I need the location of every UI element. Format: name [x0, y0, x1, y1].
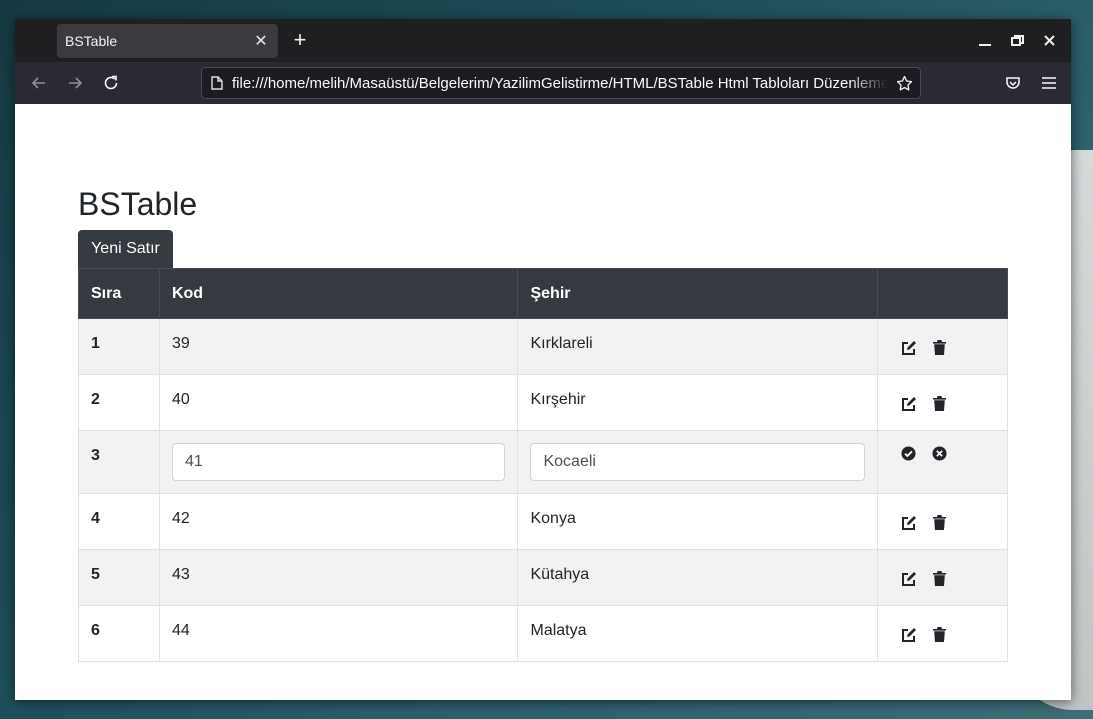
restore-icon	[1010, 34, 1024, 46]
close-icon	[1043, 35, 1055, 46]
reload-icon	[104, 75, 118, 90]
cell-actions	[877, 430, 1008, 494]
trash-icon[interactable]	[931, 339, 948, 356]
header-actions	[877, 268, 1008, 319]
cell-kod: 39	[158, 318, 519, 375]
cell-sehir: Malatya	[517, 605, 879, 662]
page-title: BSTable	[78, 186, 198, 222]
cell-sehir: Kırşehir	[517, 374, 879, 431]
data-table: Sıra Kod Şehir 1 39 Kırklareli 2 40 Kırş…	[78, 268, 1008, 662]
cell-kod: 42	[158, 493, 519, 550]
new-tab-button[interactable]: +	[288, 27, 312, 53]
cell-sira: 4	[78, 493, 160, 550]
page-content: BSTable Yeni Satır Sıra Kod Şehir 1 39 K…	[15, 104, 1071, 700]
sehir-input[interactable]	[530, 443, 866, 481]
cell-sira: 1	[78, 318, 160, 375]
cell-actions	[877, 318, 1008, 375]
table-row-editing: 3	[78, 430, 1008, 494]
window-controls	[969, 19, 1065, 62]
url-bar[interactable]: file:///home/melih/Masaüstü/Belgelerim/Y…	[201, 67, 921, 99]
cell-kod: 44	[158, 605, 519, 662]
browser-tab[interactable]: BSTable ✕	[57, 24, 278, 58]
cell-kod: 43	[158, 549, 519, 606]
minimize-button[interactable]	[969, 35, 1001, 47]
new-row-button[interactable]: Yeni Satır	[78, 230, 173, 268]
forward-button[interactable]	[57, 67, 93, 99]
close-tab-icon[interactable]: ✕	[252, 31, 270, 51]
header-sehir: Şehir	[517, 268, 879, 319]
cell-sehir: Kütahya	[517, 549, 879, 606]
navigation-bar: file:///home/melih/Masaüstü/Belgelerim/Y…	[15, 62, 1071, 104]
hamburger-menu-icon	[1042, 77, 1056, 89]
cell-actions	[877, 374, 1008, 431]
table-row: 4 42 Konya	[78, 493, 1008, 550]
cell-sira: 6	[78, 605, 160, 662]
edit-icon[interactable]	[900, 626, 917, 643]
cell-actions	[877, 605, 1008, 662]
times-circle-icon[interactable]	[931, 445, 948, 462]
edit-icon[interactable]	[900, 339, 917, 356]
reload-button[interactable]	[93, 67, 129, 99]
bookmark-star-icon[interactable]	[888, 75, 920, 92]
back-button[interactable]	[21, 67, 57, 99]
cell-sira: 3	[78, 430, 160, 494]
close-window-button[interactable]	[1033, 35, 1065, 46]
table-row: 5 43 Kütahya	[78, 549, 1008, 606]
trash-icon[interactable]	[931, 570, 948, 587]
url-text[interactable]: file:///home/melih/Masaüstü/Belgelerim/Y…	[232, 75, 888, 92]
page-icon	[202, 76, 232, 90]
cell-kod	[158, 430, 519, 494]
pocket-button[interactable]	[995, 67, 1031, 99]
edit-icon[interactable]	[900, 395, 917, 412]
menu-button[interactable]	[1031, 67, 1067, 99]
cell-sira: 2	[78, 374, 160, 431]
edit-icon[interactable]	[900, 570, 917, 587]
cell-kod: 40	[158, 374, 519, 431]
table-header-row: Sıra Kod Şehir	[78, 268, 1008, 319]
cell-sehir: Kırklareli	[517, 318, 879, 375]
table-row: 2 40 Kırşehir	[78, 374, 1008, 431]
trash-icon[interactable]	[931, 626, 948, 643]
cell-sehir: Konya	[517, 493, 879, 550]
toolbar-right	[995, 67, 1067, 99]
table-row: 6 44 Malatya	[78, 605, 1008, 662]
table-row: 1 39 Kırklareli	[78, 318, 1008, 375]
edit-icon[interactable]	[900, 514, 917, 531]
cell-sira: 5	[78, 549, 160, 606]
cell-actions	[877, 493, 1008, 550]
tab-title: BSTable	[65, 33, 118, 49]
header-sira: Sıra	[78, 268, 160, 319]
tab-strip: BSTable ✕ +	[15, 19, 1071, 62]
kod-input[interactable]	[171, 443, 506, 481]
maximize-button[interactable]	[1001, 34, 1033, 47]
minimize-icon	[979, 43, 991, 46]
trash-icon[interactable]	[931, 395, 948, 412]
browser-window: BSTable ✕ + file:///home/melih/Masaüstü/…	[15, 19, 1071, 700]
cell-actions	[877, 549, 1008, 606]
pocket-icon	[1006, 77, 1020, 89]
header-kod: Kod	[158, 268, 519, 319]
trash-icon[interactable]	[931, 514, 948, 531]
cell-sehir	[517, 430, 879, 494]
arrow-right-icon	[69, 77, 83, 89]
check-circle-icon[interactable]	[900, 445, 917, 462]
arrow-left-icon	[31, 77, 45, 89]
